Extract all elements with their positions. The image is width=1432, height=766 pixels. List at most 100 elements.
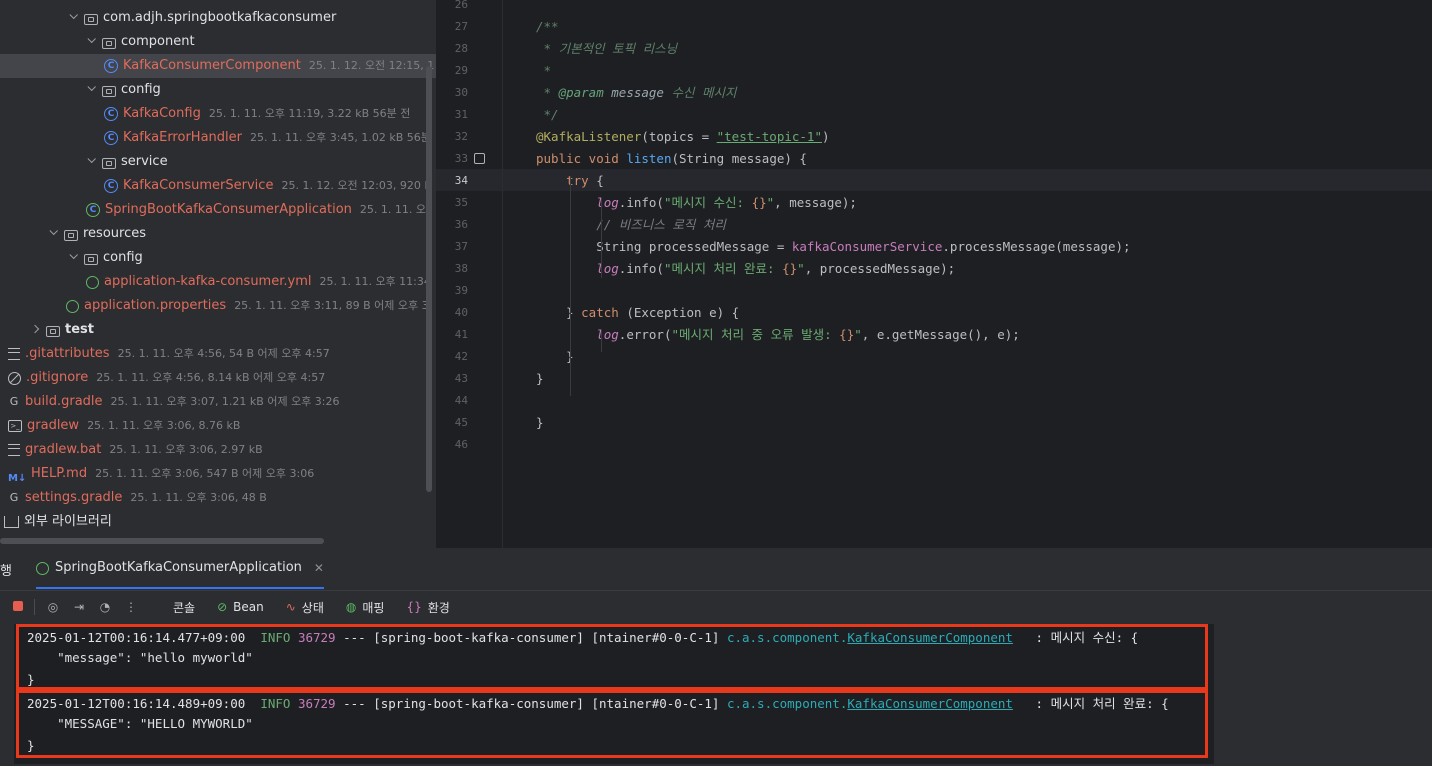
- tree-item-meta: 25. 1. 11. 오후 3:07, 1.21 kB 어제 오후 3:26: [110, 395, 340, 408]
- project-tree: com.adjh.springbootkafkaconsumer componen…: [0, 0, 436, 548]
- tree-item[interactable]: com.adjh.springbootkafkaconsumer: [0, 6, 426, 30]
- code-line[interactable]: // 비즈니스 로직 처리: [536, 214, 726, 236]
- line-number: 38: [454, 262, 468, 275]
- tree-item[interactable]: C SpringBootKafkaConsumerApplication 25. 1…: [0, 198, 426, 222]
- log-logger-class[interactable]: KafkaConsumerComponent: [847, 696, 1013, 711]
- code-line[interactable]: * 기본적인 토픽 리스닝: [536, 38, 678, 60]
- code-editor[interactable]: 26 27 28 29 30 31 32 33 34 35 36 37 38 39 40 41 42 43 44 45…: [436, 0, 1432, 548]
- log-app-name: [spring-boot-kafka-consumer]: [373, 630, 584, 645]
- code-line[interactable]: } catch (Exception e) {: [536, 302, 739, 324]
- tree-item[interactable]: resources: [0, 222, 426, 246]
- bean-tab[interactable]: ⊘ Bean: [217, 600, 264, 614]
- log-close-line[interactable]: }: [27, 669, 35, 691]
- tree-item[interactable]: config: [0, 78, 426, 102]
- tree-item[interactable]: config: [0, 246, 426, 270]
- chevron-down-icon[interactable]: [66, 6, 80, 30]
- tree-item[interactable]: C KafkaConsumerService 25. 1. 12. 오전 12:03…: [0, 174, 432, 198]
- status-tab-label: 상태: [301, 600, 324, 615]
- stop-button[interactable]: [10, 599, 26, 615]
- line-number: 27: [454, 20, 468, 33]
- tree-item[interactable]: M↓ HELP.md 25. 1. 11. 오후 3:06, 547 B 어제 오후…: [0, 462, 426, 486]
- log-body-line[interactable]: "MESSAGE": "HELLO MYWORLD": [27, 713, 253, 735]
- code-line[interactable]: log.info("메시지 처리 완료: {}", processedMessa…: [536, 258, 955, 280]
- chevron-right-icon[interactable]: [28, 318, 42, 342]
- tree-item[interactable]: .gitignore 25. 1. 11. 오후 4:56, 8.14 kB 어제…: [0, 366, 426, 390]
- exit-icon[interactable]: ⇥: [71, 599, 87, 615]
- tree-item[interactable]: application.properties 25. 1. 11. 오후 3:11…: [0, 294, 432, 318]
- class-icon: C: [104, 131, 118, 145]
- log-logger-class[interactable]: KafkaConsumerComponent: [847, 630, 1013, 645]
- code-line[interactable]: /**: [536, 16, 559, 38]
- spring-listener-gutter-icon[interactable]: [474, 153, 485, 164]
- tree-item-meta: 25. 1. 11. 오후 11:19, 3.22 kB 56분 전: [208, 107, 411, 120]
- highlighted-log-entry: 2025-01-12T00:16:14.477+09:00 INFO 36729…: [16, 624, 1208, 690]
- line-number: 36: [454, 218, 468, 231]
- log-pid: 36729: [297, 630, 336, 645]
- code-line[interactable]: String processedMessage = kafkaConsumerS…: [536, 236, 1130, 258]
- code-line[interactable]: log.info("메시지 수신: {}", message);: [536, 192, 857, 214]
- folder-icon: [102, 37, 116, 49]
- tree-item[interactable]: >_ gradlew 25. 1. 11. 오후 3:06, 8.76 kB: [0, 414, 426, 438]
- tree-item[interactable]: Gsettings.gradle 25. 1. 11. 오후 3:06, 48 B: [0, 486, 426, 510]
- environment-tab[interactable]: {} 환경: [406, 599, 449, 616]
- chevron-down-icon[interactable]: [84, 30, 98, 54]
- code-line[interactable]: @KafkaListener(topics = "test-topic-1"): [536, 126, 830, 148]
- tree-item[interactable]: gradlew.bat 25. 1. 11. 오후 3:06, 2.97 kB: [0, 438, 426, 462]
- tree-item[interactable]: component: [0, 30, 426, 54]
- close-icon[interactable]: ✕: [314, 547, 324, 589]
- tree-item[interactable]: 외부 라이브러리: [0, 510, 426, 534]
- horizontal-scrollbar[interactable]: [0, 538, 324, 544]
- spring-config-icon: [86, 275, 99, 289]
- code-line[interactable]: log.error("메시지 처리 중 오류 발생: {}", e.getMes…: [536, 324, 1020, 346]
- tree-item[interactable]: application-kafka-consumer.yml 25. 1. 11.…: [0, 270, 431, 294]
- console-tab[interactable]: 콘솔: [173, 599, 195, 616]
- code-line[interactable]: * @param message 수신 메시지: [536, 82, 737, 104]
- code-line[interactable]: public void listen(String message) {: [536, 148, 807, 170]
- tree-item[interactable]: test: [0, 318, 426, 342]
- log-timestamp: 2025-01-12T00:16:14.489+09:00: [27, 696, 246, 711]
- tree-item-meta: 25. 1. 11. 오후 3:45, 1.02 kB 56분: [249, 131, 431, 144]
- line-number: 46: [454, 438, 468, 451]
- run-tab-spring-app[interactable]: SpringBootKafkaConsumerApplication ✕: [36, 547, 324, 589]
- tree-item-label: KafkaConfig: [123, 106, 201, 121]
- log-line[interactable]: 2025-01-12T00:16:14.477+09:00 INFO 36729…: [27, 627, 1138, 649]
- log-line[interactable]: 2025-01-12T00:16:14.489+09:00 INFO 36729…: [27, 693, 1169, 715]
- line-number: 32: [454, 130, 468, 143]
- tree-item[interactable]: Gbuild.gradle 25. 1. 11. 오후 3:07, 1.21 kB…: [0, 390, 426, 414]
- console-output[interactable]: 2025-01-12T00:16:14.477+09:00 INFO 36729…: [14, 624, 1214, 764]
- line-number: 28: [454, 42, 468, 55]
- chevron-down-icon[interactable]: [46, 222, 60, 246]
- log-close-line[interactable]: }: [27, 735, 35, 757]
- gutter-separator: [502, 0, 503, 548]
- code-line[interactable]: }: [536, 368, 544, 390]
- log-body-line[interactable]: "message": "hello myworld": [27, 647, 253, 669]
- mapping-tab[interactable]: ◍ 매핑: [346, 599, 385, 616]
- tree-item[interactable]: .gitattributes 25. 1. 11. 오후 4:56, 54 B 어…: [0, 342, 426, 366]
- code-line[interactable]: *: [536, 60, 552, 82]
- tree-item[interactable]: C KafkaConsumerComponent 25. 1. 12. 오전 12:…: [0, 54, 436, 78]
- code-line[interactable]: }: [536, 412, 544, 434]
- console-tab-label: 콘솔: [173, 600, 196, 615]
- tree-item-label: gradlew: [27, 418, 80, 433]
- line-number: 29: [454, 64, 468, 77]
- tree-item-label: settings.gradle: [25, 490, 123, 505]
- more-icon[interactable]: ⋮: [123, 599, 139, 615]
- run-tab-bar: 행 SpringBootKafkaConsumerApplication ✕: [0, 548, 1432, 591]
- tree-item[interactable]: C KafkaConfig 25. 1. 11. 오후 11:19, 3.22 kB…: [0, 102, 426, 126]
- chevron-down-icon[interactable]: [66, 246, 80, 270]
- vertical-scrollbar[interactable]: [426, 66, 432, 492]
- tree-item[interactable]: C KafkaErrorHandler 25. 1. 11. 오후 3:45, 1.…: [0, 126, 431, 150]
- chevron-down-icon[interactable]: [84, 150, 98, 174]
- code-line[interactable]: */: [536, 104, 559, 126]
- gauge-icon[interactable]: ◔: [97, 599, 113, 615]
- log-thread: [ntainer#0-0-C-1]: [591, 696, 720, 711]
- status-tab[interactable]: ∿ 상태: [286, 599, 324, 616]
- tree-item-label: application-kafka-consumer.yml: [104, 274, 312, 289]
- code-line[interactable]: }: [536, 346, 574, 368]
- tree-item[interactable]: service: [0, 150, 426, 174]
- chevron-down-icon[interactable]: [84, 78, 98, 102]
- line-number: 43: [454, 372, 468, 385]
- tree-item-label: HELP.md: [31, 466, 88, 481]
- camera-icon[interactable]: ◎: [45, 599, 61, 615]
- line-number: 35: [454, 196, 468, 209]
